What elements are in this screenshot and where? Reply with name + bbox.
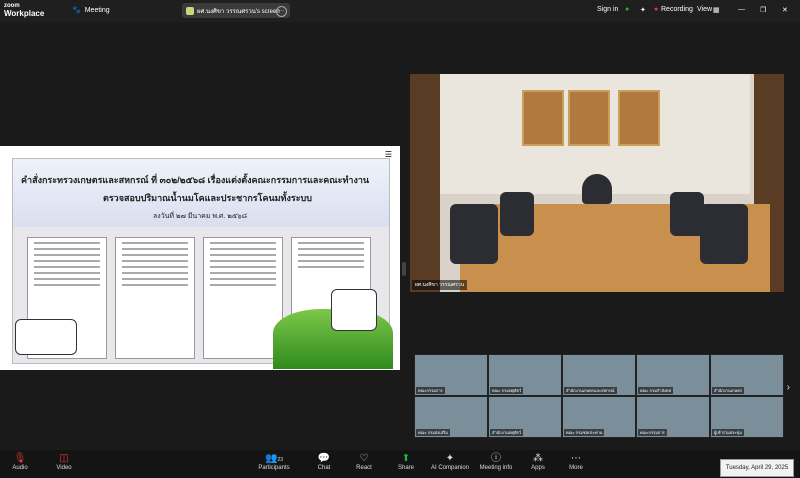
slide-card: คำสั่งกระทรวงเกษตรและสหกรณ์ ที่ ๓๐๒/๒๕๖๘… <box>12 158 393 369</box>
sharer-avatar-icon <box>186 6 194 15</box>
chat-button[interactable]: 💬 Chat <box>304 453 344 471</box>
chair-4 <box>700 204 748 264</box>
sparkle-icon: ✦ <box>445 453 455 464</box>
record-icon: ● <box>654 6 659 13</box>
audio-button[interactable]: 🎙 Audio <box>0 453 40 471</box>
mic-off-icon: 🎙 <box>13 453 27 464</box>
chair-3 <box>670 192 704 236</box>
meeting-toolbar: 🎙 Audio ◫ Video 👥23 Participants 💬 Chat ♡ Rea… <box>0 450 800 478</box>
meeting-stage: ☰ คำสั่งกระทรวงเกษตรและสหกรณ์ ที่ ๓๐๒/๒๕… <box>0 22 800 450</box>
meeting-label: Meeting <box>84 6 110 14</box>
apps-icon: ⁂ <box>533 453 543 464</box>
sign-in-link[interactable]: Sign in <box>597 6 618 13</box>
cow-image-left <box>15 319 77 355</box>
cow-image-right <box>331 289 377 331</box>
video-button[interactable]: ◫ Video <box>44 453 84 471</box>
camera-off-icon: ◫ <box>59 453 69 464</box>
meeting-info-button[interactable]: ⓘ Meeting info <box>476 453 516 471</box>
react-button[interactable]: ♡ React <box>344 453 384 471</box>
gallery-next-icon[interactable]: › <box>787 382 790 393</box>
participant-tile[interactable]: สำนักงานเกษตรและสหกรณ์ <box>562 354 636 396</box>
heart-icon: ♡ <box>359 453 369 464</box>
chair-1 <box>450 204 498 264</box>
share-icon: ⬆ <box>401 453 411 464</box>
participants-icon: 👥23 <box>264 453 283 464</box>
restore-icon[interactable]: ❐ <box>760 6 766 14</box>
info-icon: ⓘ <box>491 453 501 464</box>
participant-tile[interactable]: คณะกรรมการ <box>636 396 710 438</box>
chair-2 <box>500 192 534 236</box>
document-page-2 <box>115 237 195 359</box>
portrait-frame-3 <box>618 90 660 146</box>
participant-tile[interactable]: คณะ กรมกำลังทส <box>636 354 710 396</box>
participant-tile[interactable]: ผู้เข้าร่วมประชุม <box>710 396 784 438</box>
date-tooltip: Tuesday, April 29, 2025 <box>720 459 794 477</box>
document-page-3 <box>203 237 283 359</box>
meeting-tab[interactable]: 🐾 Meeting <box>72 6 110 15</box>
paw-icon: 🐾 <box>72 7 81 14</box>
more-options-icon[interactable]: ··· <box>276 6 287 17</box>
slide-date-line: ลงวันที่ ๒๗ มีนาคม พ.ศ. ๒๕๖๘ <box>153 213 248 220</box>
participant-gallery: คณะกรรมการ คณะ กรมปศุสัตว์ สำนักงานเกษตร… <box>414 354 790 438</box>
screen-share-indicator[interactable]: ผศ.นงศิขา วรรณศรวน's screen ··· <box>182 3 290 18</box>
chat-icon: 💬 <box>317 453 331 464</box>
participants-button[interactable]: 👥23 Participants <box>254 453 294 471</box>
shield-icon[interactable]: ● <box>625 6 629 13</box>
zoom-logo: zoom Workplace <box>4 2 44 18</box>
recording-status[interactable]: Recording <box>661 6 693 13</box>
share-button[interactable]: ⬆ Share <box>386 453 426 471</box>
portrait-frame-2 <box>568 90 610 146</box>
speaker-name-label: ผศ.นงศิขา วรรณศรวน <box>412 280 468 290</box>
presenter <box>582 174 612 204</box>
participant-tile[interactable]: คณะ กรมชลประทาน <box>562 396 636 438</box>
apps-button[interactable]: ⁂ Apps <box>518 453 558 471</box>
participant-tile[interactable]: สำนักงานปศุสัตว์ <box>488 396 562 438</box>
close-icon[interactable]: ✕ <box>782 6 788 14</box>
brand-bottom: Workplace <box>4 9 45 18</box>
minimize-icon[interactable]: — <box>738 6 745 13</box>
participant-tile[interactable]: คณะ กรมปศุสัตว์ <box>488 354 562 396</box>
more-button[interactable]: ⋯ More <box>556 453 596 471</box>
portrait-frame-1 <box>522 90 564 146</box>
video-wood-left <box>410 74 440 292</box>
sparkle-icon[interactable]: ✦ <box>640 6 646 14</box>
view-grid-icon[interactable]: ▦ <box>713 6 720 14</box>
view-menu[interactable]: View <box>697 6 712 13</box>
shared-screen: ☰ คำสั่งกระทรวงเกษตรและสหกรณ์ ที่ ๓๐๒/๒๕… <box>0 146 400 370</box>
more-icon: ⋯ <box>571 453 581 464</box>
active-speaker-video[interactable]: ผศ.นงศิขา วรรณศรวน <box>410 74 784 292</box>
slide-title-line2: ตรวจสอบปริมาณน้ำนมโคและประชากรโคนมทั้งระ… <box>103 193 312 203</box>
slide-header: คำสั่งกระทรวงเกษตรและสหกรณ์ ที่ ๓๐๒/๒๕๖๘… <box>13 159 389 227</box>
title-bar: zoom Workplace 🐾 Meeting ผศ.นงศิขา วรรณศ… <box>0 0 800 22</box>
share-label: ผศ.นงศิขา วรรณศรวน's screen <box>197 8 280 15</box>
participant-tile[interactable]: คณะกรรมการ <box>414 354 488 396</box>
participant-tile[interactable]: สำนักงานเกษตร <box>710 354 784 396</box>
ai-companion-button[interactable]: ✦ AI Companion <box>430 453 470 471</box>
split-handle[interactable] <box>402 262 406 276</box>
slide-title-line1: คำสั่งกระทรวงเกษตรและสหกรณ์ ที่ ๓๐๒/๒๕๖๘… <box>21 175 370 185</box>
participant-tile[interactable]: คณะ กรมส่งเสริม <box>414 396 488 438</box>
